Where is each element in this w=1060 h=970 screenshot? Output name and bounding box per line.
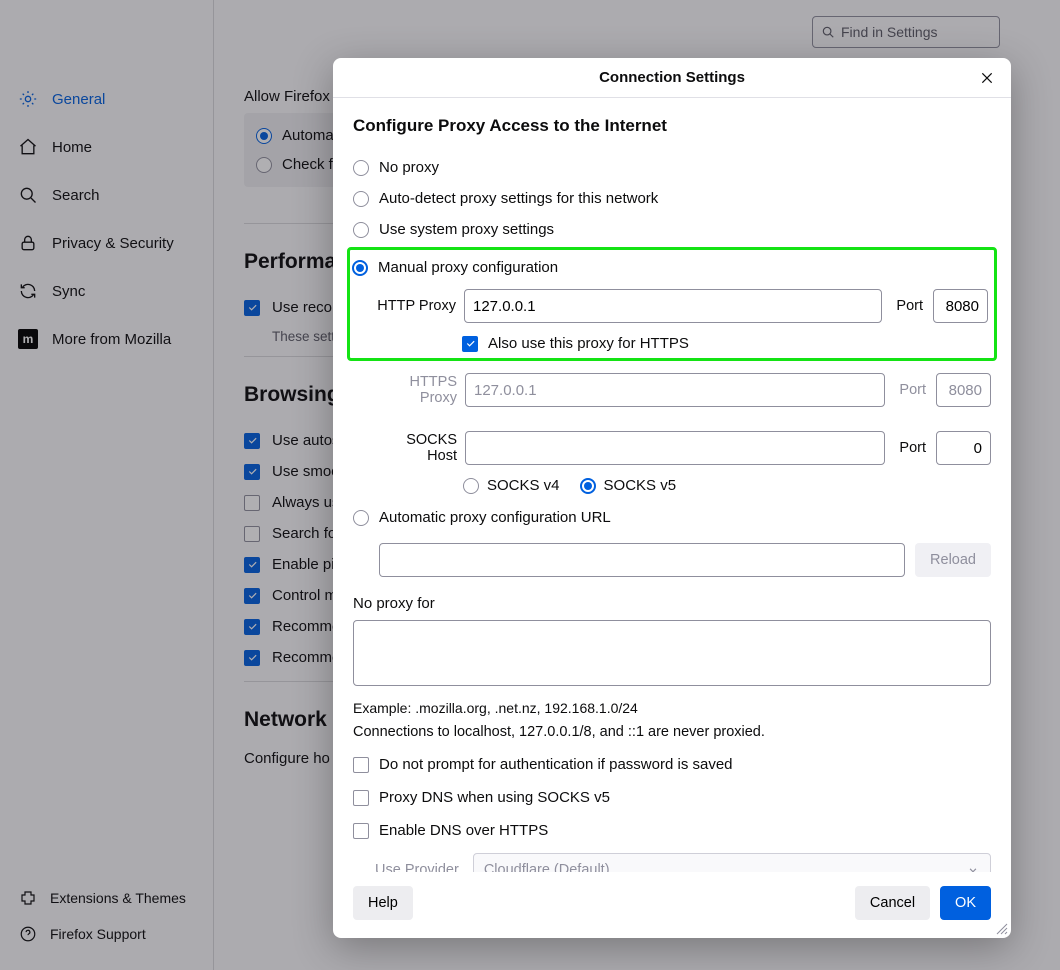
cancel-button[interactable]: Cancel — [855, 886, 930, 920]
radio-manual-proxy[interactable]: Manual proxy configuration — [352, 252, 988, 283]
radio-socks-v5[interactable]: SOCKS v5 — [580, 477, 677, 494]
http-port-input[interactable] — [933, 289, 988, 323]
ok-button[interactable]: OK — [940, 886, 991, 920]
also-https-label: Also use this proxy for HTTPS — [488, 335, 689, 352]
radio-pac-url[interactable]: Automatic proxy configuration URL — [353, 502, 991, 533]
check-label: Enable DNS over HTTPS — [379, 822, 548, 839]
socks-host-input[interactable] — [465, 431, 885, 465]
https-proxy-label: HTTPS Proxy — [375, 374, 457, 406]
checkbox-icon — [353, 790, 369, 806]
no-proxy-example: Example: .mozilla.org, .net.nz, 192.168.… — [353, 700, 991, 716]
socks-port-input[interactable] — [936, 431, 991, 465]
provider-select: Cloudflare (Default) — [473, 853, 991, 872]
port-label: Port — [899, 440, 926, 456]
https-port-input — [936, 373, 991, 407]
radio-system-proxy[interactable]: Use system proxy settings — [353, 214, 991, 245]
no-proxy-for-label: No proxy for — [353, 595, 991, 612]
dialog-header: Connection Settings — [333, 58, 1011, 98]
check-label: Do not prompt for authentication if pass… — [379, 756, 733, 773]
connection-settings-dialog: Connection Settings Configure Proxy Acce… — [333, 58, 1011, 938]
radio-label: No proxy — [379, 159, 439, 176]
radio-icon — [352, 260, 368, 276]
radio-label: Automatic proxy configuration URL — [379, 509, 611, 526]
dialog-heading: Configure Proxy Access to the Internet — [353, 116, 991, 136]
port-label: Port — [896, 298, 923, 314]
check-proxy-dns[interactable]: Proxy DNS when using SOCKS v5 — [353, 789, 991, 806]
pac-url-input — [379, 543, 905, 577]
check-no-prompt[interactable]: Do not prompt for authentication if pass… — [353, 756, 991, 773]
also-https-checkbox[interactable]: Also use this proxy for HTTPS — [462, 335, 988, 352]
radio-icon — [353, 160, 369, 176]
radio-icon — [353, 191, 369, 207]
radio-label: SOCKS v5 — [604, 477, 677, 494]
no-proxy-for-input[interactable] — [353, 620, 991, 686]
dialog-title: Connection Settings — [599, 69, 745, 86]
radio-icon — [353, 222, 369, 238]
radio-label: Use system proxy settings — [379, 221, 554, 238]
resize-handle[interactable] — [995, 922, 1009, 936]
socks-host-label: SOCKS Host — [375, 432, 457, 464]
localhost-note: Connections to localhost, 127.0.0.1/8, a… — [353, 724, 991, 740]
check-doh[interactable]: Enable DNS over HTTPS — [353, 822, 991, 839]
radio-label: SOCKS v4 — [487, 477, 560, 494]
radio-auto-detect[interactable]: Auto-detect proxy settings for this netw… — [353, 183, 991, 214]
radio-icon — [353, 510, 369, 526]
https-proxy-input — [465, 373, 885, 407]
close-button[interactable] — [975, 66, 999, 90]
radio-label: Auto-detect proxy settings for this netw… — [379, 190, 658, 207]
port-label: Port — [899, 382, 926, 398]
provider-label: Use Provider — [375, 862, 459, 872]
http-proxy-input[interactable] — [464, 289, 882, 323]
http-proxy-label: HTTP Proxy — [374, 298, 456, 314]
reload-button: Reload — [915, 543, 991, 577]
provider-value: Cloudflare (Default) — [484, 862, 610, 872]
radio-label: Manual proxy configuration — [378, 259, 558, 276]
radio-no-proxy[interactable]: No proxy — [353, 152, 991, 183]
checkbox-icon — [462, 336, 478, 352]
manual-proxy-highlight: Manual proxy configuration HTTP Proxy Po… — [347, 247, 997, 361]
radio-socks-v4[interactable]: SOCKS v4 — [463, 477, 560, 494]
radio-icon — [580, 478, 596, 494]
check-label: Proxy DNS when using SOCKS v5 — [379, 789, 610, 806]
checkbox-icon — [353, 823, 369, 839]
chevron-down-icon — [966, 863, 980, 872]
radio-icon — [463, 478, 479, 494]
close-icon — [979, 70, 995, 86]
checkbox-icon — [353, 757, 369, 773]
help-button[interactable]: Help — [353, 886, 413, 920]
